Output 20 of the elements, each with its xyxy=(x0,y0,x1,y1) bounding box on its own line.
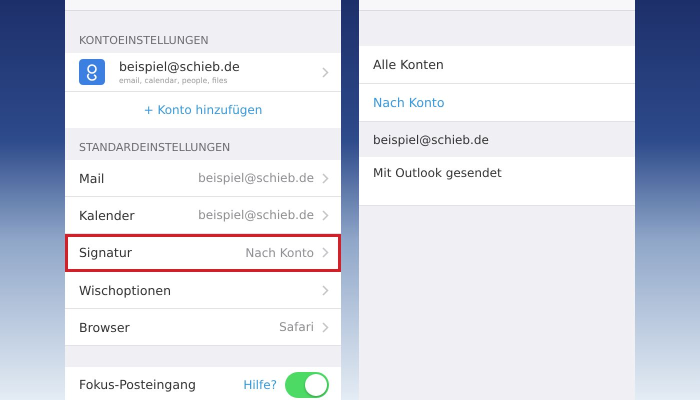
settings-row[interactable]: Browser Safari xyxy=(65,309,341,346)
settings-row[interactable]: Kalender beispiel@schieb.de xyxy=(65,197,341,234)
chevron-icon xyxy=(322,66,329,78)
account-email: beispiel@schieb.de xyxy=(119,59,240,74)
settings-row[interactable]: Signatur Nach Konto xyxy=(65,234,341,272)
account-header: beispiel@schieb.de xyxy=(372,132,490,148)
focus-inbox-label: Fokus-Posteingang xyxy=(79,377,196,392)
chevron-icon xyxy=(322,247,329,258)
google-logo-icon xyxy=(79,59,105,85)
option-row[interactable]: Alle Konten xyxy=(359,46,635,84)
signature-text-field[interactable]: Mit Outlook gesendet xyxy=(359,157,635,206)
toggle-switch[interactable] xyxy=(285,372,329,398)
settings-row[interactable]: Wischoptionen xyxy=(65,272,341,309)
section-header: STANDARDEINSTELLUNGEN xyxy=(78,140,232,156)
section-header: KONTOEINSTELLUNGEN xyxy=(78,33,210,49)
chevron-icon xyxy=(322,322,329,332)
chevron-icon xyxy=(322,172,329,184)
chevron-icon xyxy=(322,284,329,296)
settings-row[interactable]: Mail beispiel@schieb.de xyxy=(65,160,341,197)
chevron-icon xyxy=(322,210,329,220)
